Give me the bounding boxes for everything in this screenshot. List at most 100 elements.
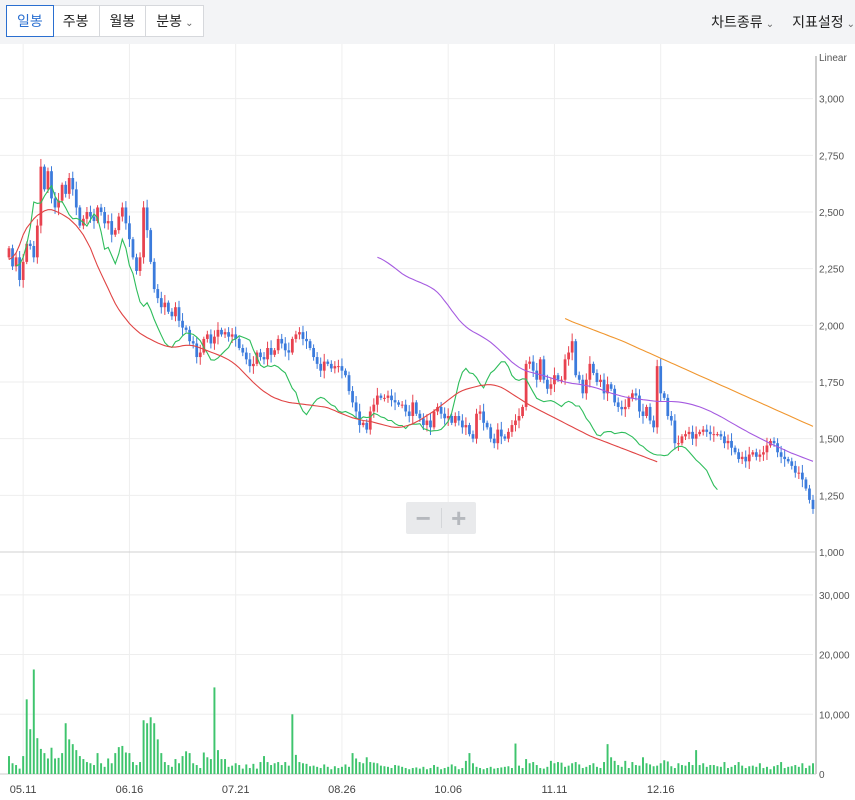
candle-body — [758, 454, 762, 457]
price-volume-chart[interactable]: 1,000 1,250 1,500 1,750 2,000 2,250 2,500 2,750… — [0, 44, 855, 800]
candle-body — [531, 361, 535, 371]
tab-weekly[interactable]: 주봉 — [53, 6, 100, 36]
volume-bar — [652, 766, 655, 774]
candle-body — [662, 393, 666, 398]
zoom-controls: − + — [406, 502, 476, 534]
volume-bar — [719, 766, 722, 774]
volume-bar — [365, 757, 368, 774]
volume-bar — [46, 758, 49, 774]
candle-body — [740, 456, 744, 460]
candle-body — [259, 352, 262, 358]
candle-body — [305, 338, 308, 342]
candle-body — [468, 425, 471, 435]
candle-body — [43, 166, 46, 190]
volume-bar — [486, 768, 489, 774]
candle-body — [18, 257, 22, 280]
tab-daily[interactable]: 일봉 — [6, 5, 54, 37]
tab-monthly[interactable]: 월봉 — [100, 6, 147, 36]
volume-tick-label: 10,000 — [819, 710, 850, 721]
candle-body — [67, 178, 71, 194]
volume-bar — [440, 769, 443, 774]
volume-bar — [231, 765, 234, 774]
candle-body — [393, 400, 397, 403]
volume-bar — [54, 758, 57, 774]
candle-body — [35, 225, 39, 258]
volume-bar — [259, 762, 262, 774]
tab-minute[interactable]: 분봉 ⌄ — [146, 6, 203, 36]
x-tick-label: 11.11 — [541, 784, 567, 796]
candle-body — [340, 366, 344, 371]
candle-body — [680, 436, 684, 444]
volume-bar — [202, 752, 205, 774]
volume-bar — [358, 762, 361, 774]
candle-body — [754, 452, 758, 457]
volume-bar — [734, 765, 737, 774]
candle-body — [333, 366, 337, 369]
candle-body — [113, 230, 117, 235]
candle-body — [422, 418, 425, 426]
indicator-settings-menu[interactable]: 지표설정 ⌄ — [792, 12, 855, 32]
volume-bar — [688, 762, 691, 774]
volume-bar — [762, 768, 765, 774]
candle-body — [347, 375, 351, 392]
volume-bar — [755, 766, 758, 774]
candle-body — [418, 413, 422, 419]
volume-bar — [18, 768, 21, 774]
volume-bar — [57, 757, 60, 774]
candle-body — [698, 431, 702, 435]
volume-bar — [518, 765, 521, 774]
volume-bar — [539, 768, 542, 774]
volume-bar — [599, 768, 602, 774]
candle-body — [464, 425, 468, 428]
zoom-in-button[interactable]: + — [441, 502, 476, 534]
candle-body — [677, 443, 680, 445]
candle-body — [457, 416, 461, 421]
candle-body — [156, 289, 160, 299]
candle-body — [655, 366, 659, 428]
candle-body — [556, 375, 560, 380]
candle-body — [220, 329, 223, 335]
volume-tick-label: 0 — [819, 770, 825, 781]
zoom-out-button[interactable]: − — [406, 502, 441, 534]
candle-body — [528, 361, 532, 364]
volume-bar — [461, 768, 464, 774]
volume-bar — [121, 745, 124, 774]
candle-body — [432, 411, 436, 428]
volume-bar — [100, 763, 103, 774]
volume-bar — [68, 739, 71, 774]
candle-body — [383, 397, 386, 399]
volume-bar — [610, 757, 613, 774]
candle-body — [645, 406, 648, 416]
volume-bar — [404, 768, 407, 774]
volume-bar — [773, 766, 776, 774]
volume-bar — [489, 766, 492, 774]
candle-body — [669, 416, 673, 421]
volume-bar — [149, 717, 152, 774]
volume-bar — [266, 762, 269, 774]
volume-bar — [348, 766, 350, 774]
volume-bar — [769, 769, 772, 774]
volume-bar — [216, 750, 219, 774]
chart-type-menu[interactable]: 차트종류 ⌄ — [711, 12, 774, 32]
volume-bar — [691, 765, 694, 774]
candle-body — [92, 216, 96, 222]
volume-bar — [107, 758, 110, 774]
volume-bar — [567, 765, 570, 774]
volume-bar — [595, 766, 598, 774]
volume-bar — [156, 739, 159, 774]
candle-body — [301, 332, 305, 339]
volume-bar — [383, 766, 386, 774]
volume-bar — [312, 765, 315, 774]
volume-bar — [645, 763, 648, 774]
volume-bar — [75, 750, 78, 774]
volume-bar — [39, 748, 42, 774]
candle-body — [542, 359, 546, 380]
candle-body — [521, 406, 524, 416]
candle-body — [372, 404, 376, 412]
candle-body — [181, 320, 184, 328]
candle-body — [450, 416, 454, 423]
candle-body — [205, 334, 209, 339]
volume-bar — [376, 763, 379, 774]
candle-body — [71, 178, 75, 190]
volume-bar — [316, 766, 319, 774]
